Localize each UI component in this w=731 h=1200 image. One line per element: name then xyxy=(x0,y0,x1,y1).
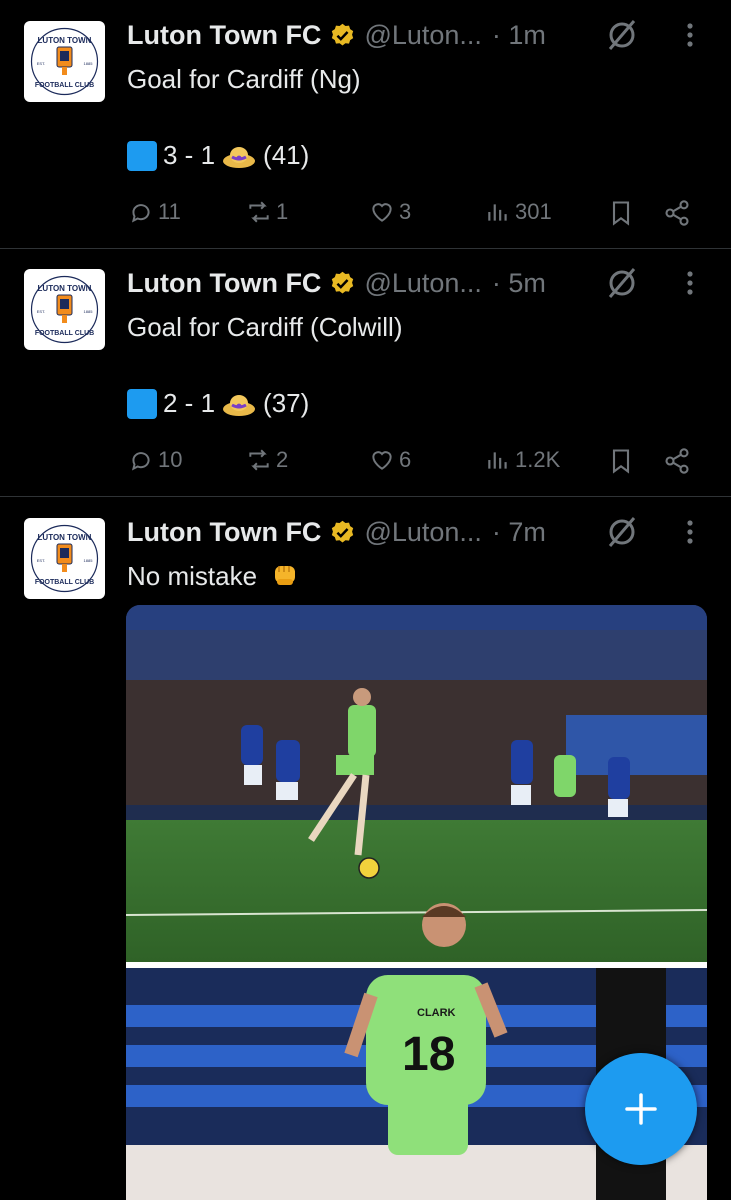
tweet-text: No mistake xyxy=(127,559,300,593)
more-options-icon[interactable] xyxy=(676,17,704,53)
share-icon[interactable] xyxy=(663,447,691,475)
share-icon[interactable] xyxy=(663,199,691,227)
like-icon xyxy=(372,203,392,222)
svg-text:EST.: EST. xyxy=(37,309,45,314)
reply-button[interactable]: 10 xyxy=(128,447,182,473)
like-icon xyxy=(372,451,392,470)
svg-text:LUTON TOWN: LUTON TOWN xyxy=(38,284,92,293)
straw-hat-icon xyxy=(223,394,256,416)
verified-badge-icon xyxy=(332,271,354,294)
repost-icon xyxy=(249,449,269,471)
scoreline: 3 - 1 (41) xyxy=(127,140,309,171)
svg-text:EST.: EST. xyxy=(37,61,45,66)
avatar[interactable]: LUTON TOWN FOOTBALL CLUB EST. 1885 xyxy=(24,518,105,599)
avatar[interactable]: LUTON TOWN FOOTBALL CLUB EST. 1885 xyxy=(24,21,105,102)
author-handle[interactable]: @Luton... xyxy=(364,517,481,548)
grok-icon[interactable] xyxy=(604,514,640,550)
compose-button[interactable] xyxy=(585,1053,697,1165)
tweet[interactable]: LUTON TOWN FOOTBALL CLUB EST. 1885 Luton… xyxy=(0,249,731,497)
like-count: 6 xyxy=(399,447,412,472)
tweet-text: Goal for Cardiff (Colwill) xyxy=(127,312,403,342)
verified-badge-icon xyxy=(332,520,354,543)
goal-minute: (41) xyxy=(263,140,310,170)
svg-text:CLARK: CLARK xyxy=(417,1007,456,1019)
svg-text:FOOTBALL CLUB: FOOTBALL CLUB xyxy=(35,82,94,89)
reply-icon xyxy=(131,204,150,223)
tweet-text: Goal for Cardiff (Ng) xyxy=(127,64,361,94)
views-button[interactable]: 301 xyxy=(485,199,552,225)
luton-crest-icon: LUTON TOWN FOOTBALL CLUB EST. 1885 xyxy=(30,275,99,344)
penalty-photo xyxy=(126,605,707,962)
avatar[interactable]: LUTON TOWN FOOTBALL CLUB EST. 1885 xyxy=(24,269,105,350)
bookmark-icon[interactable] xyxy=(607,447,635,475)
compose-plus-icon xyxy=(625,1093,657,1125)
timestamp[interactable]: · 1m xyxy=(492,20,546,51)
svg-text:LUTON TOWN: LUTON TOWN xyxy=(38,36,92,45)
reply-count: 10 xyxy=(158,447,183,472)
blue-square-icon xyxy=(127,140,157,171)
tweet[interactable]: LUTON TOWN FOOTBALL CLUB EST. 1885 Luton… xyxy=(0,0,731,248)
reply-button[interactable]: 11 xyxy=(128,199,181,225)
repost-count: 2 xyxy=(276,447,289,472)
reply-icon xyxy=(131,452,150,471)
view-count: 301 xyxy=(515,199,552,224)
like-button[interactable]: 6 xyxy=(369,447,411,473)
more-options-icon[interactable] xyxy=(676,514,704,550)
views-icon xyxy=(488,204,507,221)
bookmark-icon[interactable] xyxy=(607,199,635,227)
svg-text:FOOTBALL CLUB: FOOTBALL CLUB xyxy=(35,330,94,337)
repost-button[interactable]: 1 xyxy=(246,199,288,225)
svg-text:1885: 1885 xyxy=(84,61,94,66)
grok-icon[interactable] xyxy=(604,17,640,53)
score: 2 - 1 xyxy=(163,388,216,418)
goal-minute: (37) xyxy=(263,388,310,418)
author-name[interactable]: Luton Town FC xyxy=(127,517,321,548)
tweet-header: Luton Town FC @Luton... · 7m xyxy=(127,514,546,550)
tweet-header: Luton Town FC @Luton... · 5m xyxy=(127,265,546,301)
views-icon xyxy=(488,452,507,469)
luton-crest-icon: LUTON TOWN FOOTBALL CLUB EST. 1885 xyxy=(30,27,99,96)
svg-text:EST.: EST. xyxy=(37,558,45,563)
score: 3 - 1 xyxy=(163,140,216,170)
svg-text:18: 18 xyxy=(402,1028,455,1081)
views-button[interactable]: 1.2K xyxy=(485,447,560,473)
verified-badge-icon xyxy=(332,23,354,46)
fist-icon xyxy=(275,566,296,585)
svg-text:1885: 1885 xyxy=(84,558,94,563)
svg-text:FOOTBALL CLUB: FOOTBALL CLUB xyxy=(35,579,94,586)
repost-button[interactable]: 2 xyxy=(246,447,288,473)
like-count: 3 xyxy=(399,199,412,224)
like-button[interactable]: 3 xyxy=(369,199,411,225)
grok-icon[interactable] xyxy=(604,265,640,301)
scoreline: 2 - 1 (37) xyxy=(127,388,309,419)
repost-count: 1 xyxy=(276,199,289,224)
tweet-header: Luton Town FC @Luton... · 1m xyxy=(127,17,546,53)
timestamp[interactable]: · 5m xyxy=(492,268,546,299)
more-options-icon[interactable] xyxy=(676,265,704,301)
author-name[interactable]: Luton Town FC xyxy=(127,268,321,299)
author-handle[interactable]: @Luton... xyxy=(364,20,481,51)
view-count: 1.2K xyxy=(515,447,561,472)
tweet-text-content: No mistake xyxy=(127,561,258,591)
svg-text:LUTON TOWN: LUTON TOWN xyxy=(38,533,92,542)
author-name[interactable]: Luton Town FC xyxy=(127,20,321,51)
repost-icon xyxy=(249,201,269,223)
author-handle[interactable]: @Luton... xyxy=(364,268,481,299)
luton-crest-icon: LUTON TOWN FOOTBALL CLUB EST. 1885 xyxy=(30,524,99,593)
timestamp[interactable]: · 7m xyxy=(492,517,546,548)
straw-hat-icon xyxy=(223,146,256,168)
svg-text:1885: 1885 xyxy=(84,309,94,314)
reply-count: 11 xyxy=(158,199,181,224)
blue-square-icon xyxy=(127,388,157,419)
